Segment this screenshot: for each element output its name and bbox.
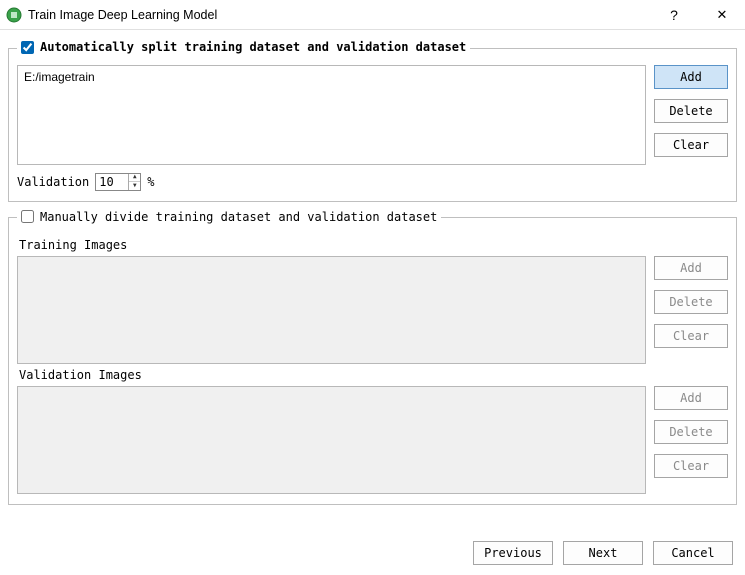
auto-delete-button[interactable]: Delete	[654, 99, 728, 123]
next-button[interactable]: Next	[563, 541, 643, 565]
app-icon	[6, 7, 22, 23]
cancel-button[interactable]: Cancel	[653, 541, 733, 565]
footer-buttons: Previous Next Cancel	[473, 541, 733, 565]
auto-split-checkbox-label[interactable]: Automatically split training dataset and…	[21, 40, 466, 54]
training-images-label: Training Images	[19, 238, 728, 252]
validation-spinbox[interactable]: ▲ ▼	[95, 173, 141, 191]
training-images-list[interactable]	[17, 256, 646, 364]
manual-split-legend: Manually divide training dataset and val…	[40, 210, 437, 224]
window-title: Train Image Deep Learning Model	[28, 8, 217, 22]
auto-clear-button[interactable]: Clear	[654, 133, 728, 157]
auto-split-checkbox[interactable]	[21, 41, 34, 54]
validation-delete-button[interactable]: Delete	[654, 420, 728, 444]
previous-button[interactable]: Previous	[473, 541, 553, 565]
validation-input[interactable]	[96, 174, 128, 190]
validation-images-list[interactable]	[17, 386, 646, 494]
auto-dataset-list[interactable]: E:/imagetrain	[17, 65, 646, 165]
training-delete-button[interactable]: Delete	[654, 290, 728, 314]
training-add-button[interactable]: Add	[654, 256, 728, 280]
validation-suffix: %	[147, 175, 154, 189]
manual-split-checkbox-label[interactable]: Manually divide training dataset and val…	[21, 210, 437, 224]
auto-split-group: Automatically split training dataset and…	[8, 40, 737, 202]
title-bar: Train Image Deep Learning Model ? ✕	[0, 0, 745, 30]
validation-label: Validation	[17, 175, 89, 189]
list-item[interactable]: E:/imagetrain	[24, 70, 639, 84]
manual-split-checkbox[interactable]	[21, 210, 34, 223]
manual-split-group: Manually divide training dataset and val…	[8, 210, 737, 506]
validation-clear-button[interactable]: Clear	[654, 454, 728, 478]
spin-down-icon[interactable]: ▼	[129, 182, 140, 190]
close-button[interactable]: ✕	[707, 0, 737, 30]
auto-add-button[interactable]: Add	[654, 65, 728, 89]
help-button[interactable]: ?	[659, 0, 689, 30]
auto-split-legend: Automatically split training dataset and…	[40, 40, 466, 54]
training-clear-button[interactable]: Clear	[654, 324, 728, 348]
validation-images-label: Validation Images	[19, 368, 728, 382]
validation-add-button[interactable]: Add	[654, 386, 728, 410]
spin-up-icon[interactable]: ▲	[129, 174, 140, 183]
